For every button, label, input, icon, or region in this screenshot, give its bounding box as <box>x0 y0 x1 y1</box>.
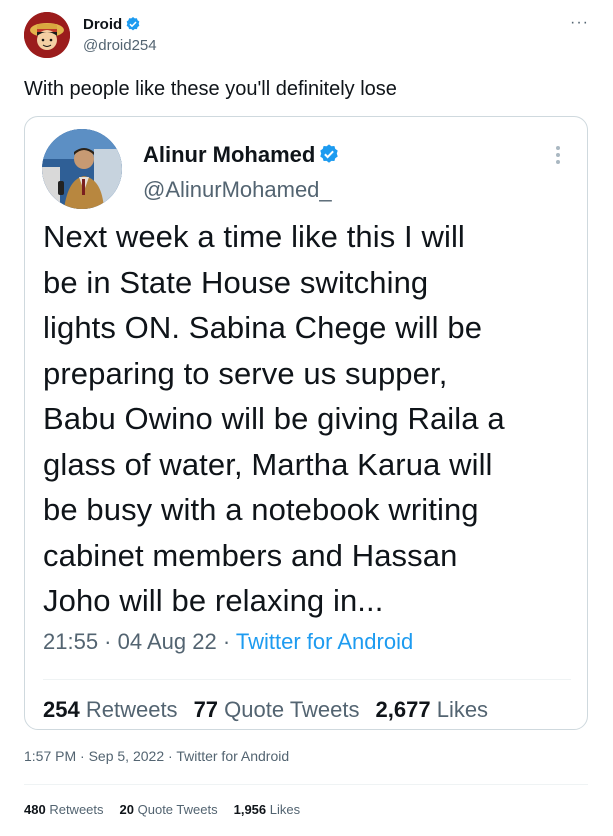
quoted-quote-tweets-link[interactable]: 77 Quote Tweets <box>194 697 360 722</box>
divider <box>24 784 588 785</box>
divider <box>43 679 571 680</box>
retweets-link[interactable]: 480 Retweets <box>24 802 104 817</box>
quoted-author-handle[interactable]: @AlinurMohamed_ <box>143 177 332 203</box>
more-options-icon[interactable]: ··· <box>570 14 589 32</box>
quoted-author-name[interactable]: Alinur Mohamed <box>143 142 340 171</box>
quote-tweets-link[interactable]: 20 Quote Tweets <box>120 802 218 817</box>
quoted-source-link[interactable]: Twitter for Android <box>236 629 413 654</box>
tweet-meta: 1:57 PM · Sep 5, 2022 · Twitter for Andr… <box>24 748 290 764</box>
quoted-tweet-card[interactable]: Alinur Mohamed @AlinurMohamed_ Next week… <box>24 116 588 730</box>
verified-badge-icon <box>125 16 141 36</box>
quoted-retweets-link[interactable]: 254 Retweets <box>43 697 178 722</box>
quoted-avatar[interactable] <box>42 129 122 209</box>
quoted-more-options-icon[interactable] <box>555 145 561 165</box>
author-handle[interactable]: @droid254 <box>83 37 157 54</box>
quoted-tweet-meta: 21:55 · 04 Aug 22 · Twitter for Android <box>43 629 414 654</box>
quoted-date: 04 Aug 22 <box>117 629 217 654</box>
tweet-date[interactable]: Sep 5, 2022 <box>89 748 165 764</box>
tweet-stats: 480 Retweets 20 Quote Tweets 1,956 Likes <box>24 802 300 817</box>
likes-link[interactable]: 1,956 Likes <box>234 802 301 817</box>
tweet-time[interactable]: 1:57 PM <box>24 748 76 764</box>
tweet-source[interactable]: Twitter for Android <box>176 748 289 764</box>
quoted-time: 21:55 <box>43 629 99 654</box>
quoted-stats: 254 Retweets 77 Quote Tweets 2,677 Likes <box>43 697 488 723</box>
quoted-likes-link[interactable]: 2,677 Likes <box>376 697 489 722</box>
author-name[interactable]: Droid <box>83 16 141 36</box>
quoted-tweet-text: Next week a time like this I will be in … <box>43 219 505 618</box>
avatar[interactable] <box>24 12 70 58</box>
verified-badge-icon <box>318 143 340 171</box>
tweet-text: With people like these you'll definitely… <box>24 78 397 100</box>
